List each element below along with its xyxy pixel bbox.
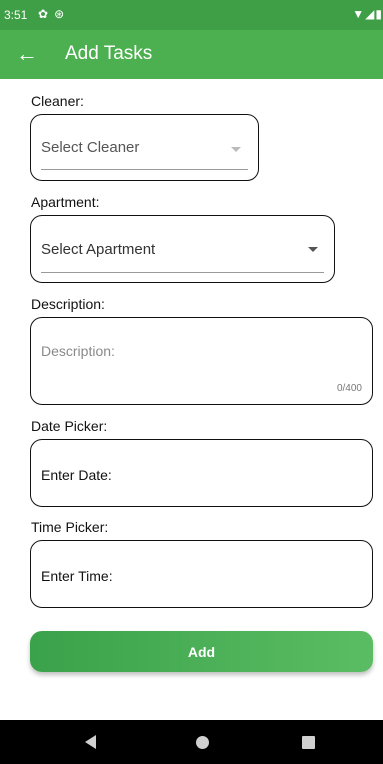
- description-placeholder: Description:: [41, 343, 115, 359]
- date-picker-field[interactable]: Enter Date:: [30, 439, 373, 507]
- page-title: Add Tasks: [65, 43, 153, 64]
- date-picker-label: Date Picker:: [31, 418, 108, 434]
- arrow-back-icon[interactable]: ←: [13, 40, 41, 68]
- apartment-select-text: Select Apartment: [41, 241, 156, 258]
- wifi-icon: ▼: [352, 7, 366, 21]
- apartment-select[interactable]: Select Apartment: [30, 215, 335, 283]
- home-circle-icon[interactable]: [196, 736, 209, 749]
- chevron-down-icon: [231, 147, 241, 152]
- description-label: Description:: [31, 296, 105, 312]
- recents-square-icon[interactable]: [302, 736, 315, 749]
- time-picker-label: Time Picker:: [31, 519, 109, 535]
- cleaner-select-text: Select Cleaner: [41, 139, 140, 156]
- time-picker-field[interactable]: Enter Time:: [30, 540, 373, 608]
- apartment-underline: [41, 272, 324, 273]
- date-picker-text: Enter Date:: [41, 467, 112, 483]
- at-icon: ⊛: [54, 7, 71, 21]
- time-picker-text: Enter Time:: [41, 568, 113, 584]
- apartment-label: Apartment:: [31, 194, 100, 210]
- chevron-down-icon: [308, 247, 318, 252]
- gear-icon: ✿: [38, 7, 55, 21]
- back-triangle-icon[interactable]: [85, 735, 96, 749]
- cleaner-label: Cleaner:: [31, 93, 84, 109]
- battery-icon: ▮: [375, 7, 383, 21]
- status-left-icons: ✿⊛: [38, 7, 70, 21]
- system-nav-bar: [0, 720, 383, 764]
- add-button[interactable]: Add: [30, 631, 373, 672]
- app-bar: ← Add Tasks: [0, 30, 383, 79]
- cleaner-select[interactable]: Select Cleaner: [30, 114, 259, 181]
- status-bar: 3:51 ✿⊛ ▼◢▮: [0, 0, 383, 30]
- status-right-icons: ▼◢▮: [352, 7, 383, 21]
- cleaner-underline: [41, 169, 248, 170]
- signal-icon: ◢: [365, 7, 376, 21]
- description-textarea[interactable]: Description: 0/400: [30, 317, 373, 405]
- status-time: 3:51: [4, 8, 28, 22]
- description-counter: 0/400: [336, 383, 362, 394]
